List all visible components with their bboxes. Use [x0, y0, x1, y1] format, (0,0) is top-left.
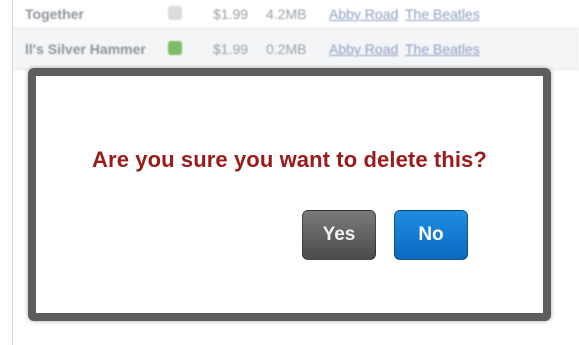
song-title: Together — [25, 6, 84, 22]
file-size: 0.2MB — [266, 41, 307, 57]
price: $1.99 — [213, 41, 249, 57]
song-title: ll's Silver Hammer — [25, 41, 146, 57]
screen: Together $1.99 4.2MB Abby Road The Beatl… — [0, 0, 579, 345]
album-link[interactable]: Abby Road — [329, 41, 398, 57]
price: $1.99 — [213, 6, 249, 22]
track-table: Together $1.99 4.2MB Abby Road The Beatl… — [13, 0, 579, 70]
album-link[interactable]: Abby Road — [329, 6, 398, 22]
track-status-icon — [168, 41, 182, 55]
artist-link[interactable]: The Beatles — [405, 41, 480, 57]
confirm-delete-dialog: Are you sure you want to delete this? Ye… — [28, 68, 551, 321]
artist-link[interactable]: The Beatles — [405, 6, 480, 22]
table-row[interactable]: ll's Silver Hammer $1.99 0.2MB Abby Road… — [13, 29, 579, 70]
no-button[interactable]: No — [394, 210, 468, 260]
file-size: 4.2MB — [266, 6, 307, 22]
dialog-message: Are you sure you want to delete this? — [92, 147, 487, 172]
yes-button[interactable]: Yes — [302, 210, 376, 260]
table-row[interactable]: Together $1.99 4.2MB Abby Road The Beatl… — [13, 0, 579, 29]
track-status-icon — [168, 6, 182, 20]
